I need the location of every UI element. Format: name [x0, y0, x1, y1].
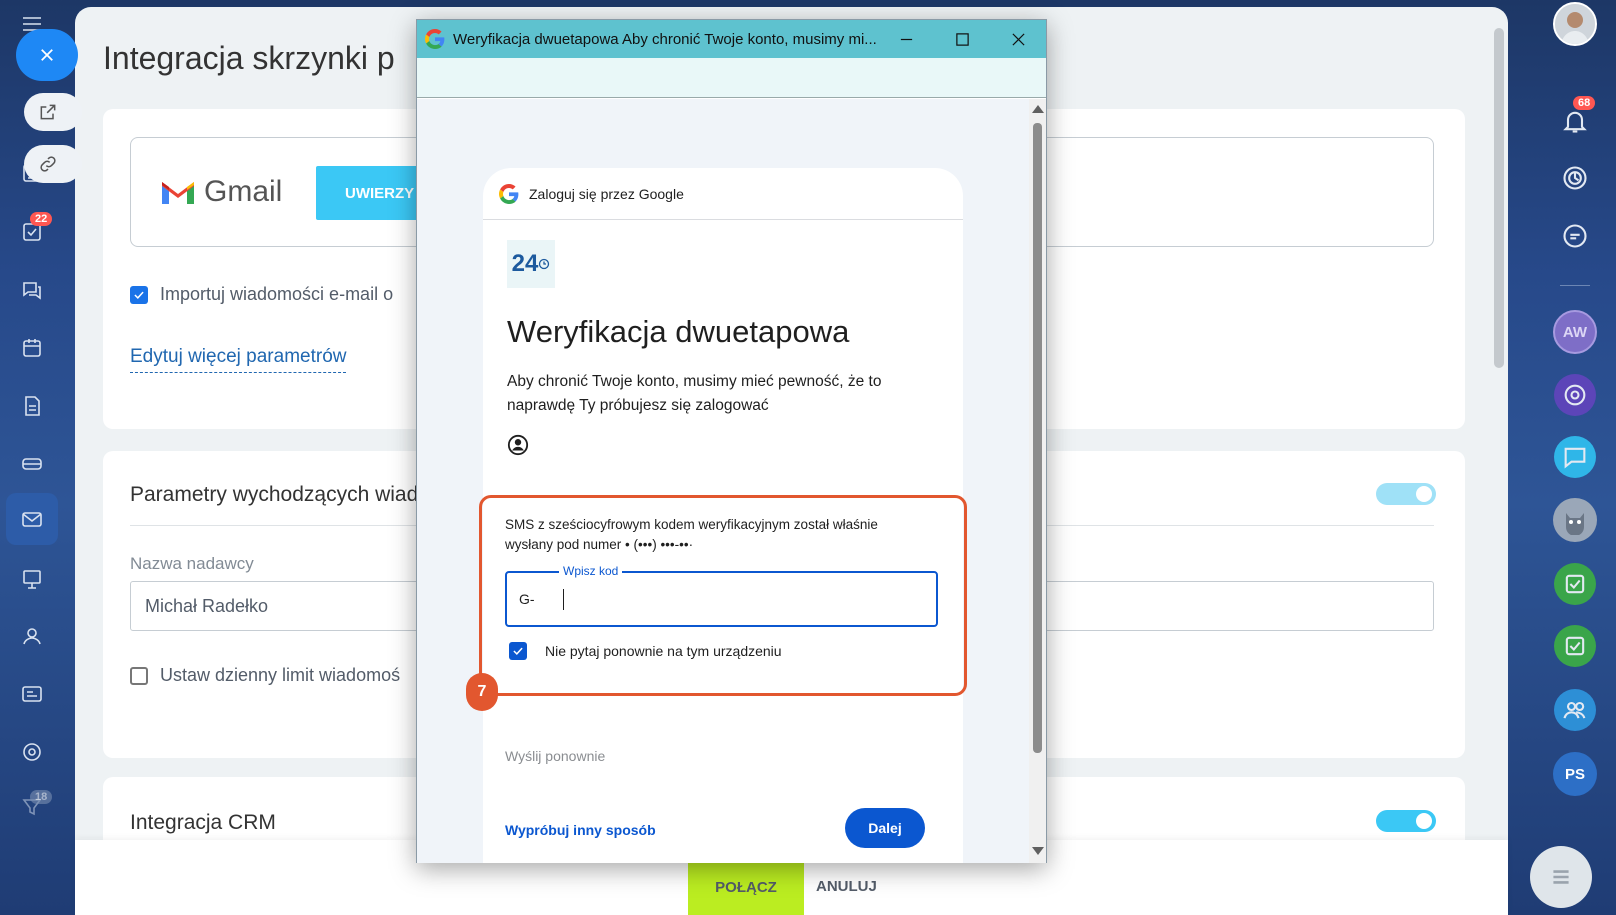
- list-icon: [1553, 870, 1569, 884]
- verification-heading: Weryfikacja dwuetapowa: [507, 314, 850, 349]
- text-caret: [563, 589, 564, 610]
- resend-link[interactable]: Wyślij ponownie: [505, 748, 605, 764]
- import-emails-label: Importuj wiadomości e-mail o: [160, 284, 394, 304]
- close-icon: [1011, 32, 1025, 46]
- link-icon: [40, 156, 56, 172]
- avatar-aw[interactable]: AW: [1553, 310, 1597, 354]
- search-chat-icon[interactable]: [1555, 216, 1595, 256]
- google-g-icon: [499, 183, 519, 204]
- code-input[interactable]: Wpisz kod G-: [505, 564, 938, 627]
- popup-scrollbar[interactable]: [1029, 99, 1046, 863]
- code-input-label: Wpisz kod: [559, 564, 623, 578]
- right-divider: [1560, 285, 1590, 286]
- presentation-icon[interactable]: [18, 565, 46, 593]
- page-scrollbar[interactable]: [1494, 28, 1504, 368]
- account-circle-icon[interactable]: [507, 434, 529, 456]
- sender-name-label: Nazwa nadawcy: [130, 554, 254, 573]
- menu-fab[interactable]: [1530, 846, 1592, 908]
- google-auth-popup: Weryfikacja dwuetapowa Aby chronić Twoje…: [416, 19, 1047, 863]
- faded-badge: 18: [30, 790, 53, 804]
- drive-icon[interactable]: [18, 449, 46, 477]
- authorize-button[interactable]: UWIERZY: [316, 166, 426, 220]
- avatar-ps[interactable]: PS: [1553, 752, 1597, 796]
- maximize-icon: [955, 32, 969, 46]
- outgoing-section-title: Parametry wychodzących wiad: [130, 483, 419, 506]
- remember-device-option[interactable]: Nie pytaj ponownie na tym urządzeniu: [509, 642, 782, 660]
- cancel-button[interactable]: ANULUJ: [816, 878, 877, 895]
- minimize-button[interactable]: [878, 20, 934, 58]
- popup-address-bar: [417, 58, 1046, 98]
- app-logo: 24: [507, 240, 555, 288]
- maximize-button[interactable]: [934, 20, 990, 58]
- user-avatar[interactable]: [1553, 2, 1597, 46]
- gmail-m-icon: [162, 182, 194, 204]
- task-group-icon-2[interactable]: [1554, 625, 1596, 667]
- activity-icon[interactable]: [1555, 158, 1595, 198]
- daily-limit-checkbox[interactable]: [130, 666, 148, 685]
- contacts-icon[interactable]: [18, 622, 46, 650]
- gmail-logo: Gmail: [160, 175, 282, 209]
- cat-icon: [1566, 513, 1584, 535]
- import-emails-option[interactable]: Importuj wiadomości e-mail o: [130, 284, 393, 305]
- clock-icon: [539, 258, 550, 270]
- signin-header-text: Zaloguj się przez Google: [529, 185, 684, 202]
- close-icon: [41, 49, 53, 61]
- app-logo-text: 24: [511, 250, 539, 277]
- task-group-icon[interactable]: [1554, 563, 1596, 605]
- open-new-window-button[interactable]: [24, 93, 82, 131]
- notifications-badge: 68: [1573, 96, 1596, 110]
- mail-icon[interactable]: [18, 505, 46, 533]
- close-window-button[interactable]: [990, 20, 1046, 58]
- left-sidebar: 22 18: [0, 0, 75, 915]
- step-marker: 7: [466, 673, 498, 711]
- code-prefix: G-: [519, 591, 535, 607]
- copy-link-button[interactable]: [24, 145, 82, 183]
- checkmark-icon: [513, 647, 523, 656]
- edit-more-parameters-link[interactable]: Edytuj więcej parametrów: [130, 346, 347, 373]
- verification-description: Aby chronić Twoje konto, musimy mieć pew…: [507, 373, 882, 414]
- connect-button[interactable]: POŁĄCZ: [688, 860, 804, 915]
- scroll-up-arrow-icon[interactable]: [1032, 105, 1044, 113]
- cat-avatar[interactable]: [1553, 498, 1597, 542]
- goals-icon[interactable]: [18, 738, 46, 766]
- popup-scroll-thumb[interactable]: [1033, 123, 1042, 753]
- chat-icon[interactable]: [18, 276, 46, 304]
- close-slider-button[interactable]: [16, 29, 78, 81]
- popup-content: Zaloguj się przez Google 24 Weryfikacja …: [417, 99, 1029, 863]
- import-emails-checkbox[interactable]: [130, 285, 148, 304]
- calendar-icon[interactable]: [18, 334, 46, 362]
- user-photo-icon: [1555, 4, 1595, 44]
- remember-device-label: Nie pytaj ponownie na tym urządzeniu: [545, 643, 782, 659]
- outgoing-toggle[interactable]: [1376, 483, 1436, 505]
- checkmark-icon: [134, 291, 144, 299]
- page-title: Integracja skrzynki p: [103, 40, 395, 76]
- daily-limit-option[interactable]: Ustaw dzienny limit wiadomoś: [130, 665, 400, 686]
- sms-info-text: SMS z sześciocyfrowym kodem weryfikacyjn…: [505, 517, 878, 552]
- google-g-icon: [425, 29, 445, 49]
- popup-titlebar[interactable]: Weryfikacja dwuetapowa Aby chronić Twoje…: [417, 20, 1046, 58]
- popup-window-title: Weryfikacja dwuetapowa Aby chronić Twoje…: [453, 30, 877, 48]
- crm-section-title: Integracja CRM: [130, 811, 276, 834]
- signin-header: Zaloguj się przez Google: [483, 168, 963, 220]
- open-lines-icon[interactable]: [1554, 436, 1596, 478]
- minimize-icon: [900, 38, 912, 40]
- next-button[interactable]: Dalej: [845, 808, 925, 848]
- documents-icon[interactable]: [18, 392, 46, 420]
- gmail-brand-text: Gmail: [204, 175, 283, 208]
- tasks-badge: 22: [30, 212, 53, 226]
- sites-icon[interactable]: [18, 680, 46, 708]
- crm-toggle[interactable]: [1376, 810, 1436, 832]
- group-icon[interactable]: [1554, 689, 1596, 731]
- daily-limit-label: Ustaw dzienny limit wiadomoś: [160, 665, 401, 685]
- copilot-icon[interactable]: [1554, 374, 1596, 416]
- try-another-way-link[interactable]: Wypróbuj inny sposób: [505, 822, 656, 838]
- scroll-down-arrow-icon[interactable]: [1032, 847, 1044, 855]
- external-link-icon: [40, 104, 56, 120]
- remember-device-checkbox[interactable]: [509, 642, 527, 660]
